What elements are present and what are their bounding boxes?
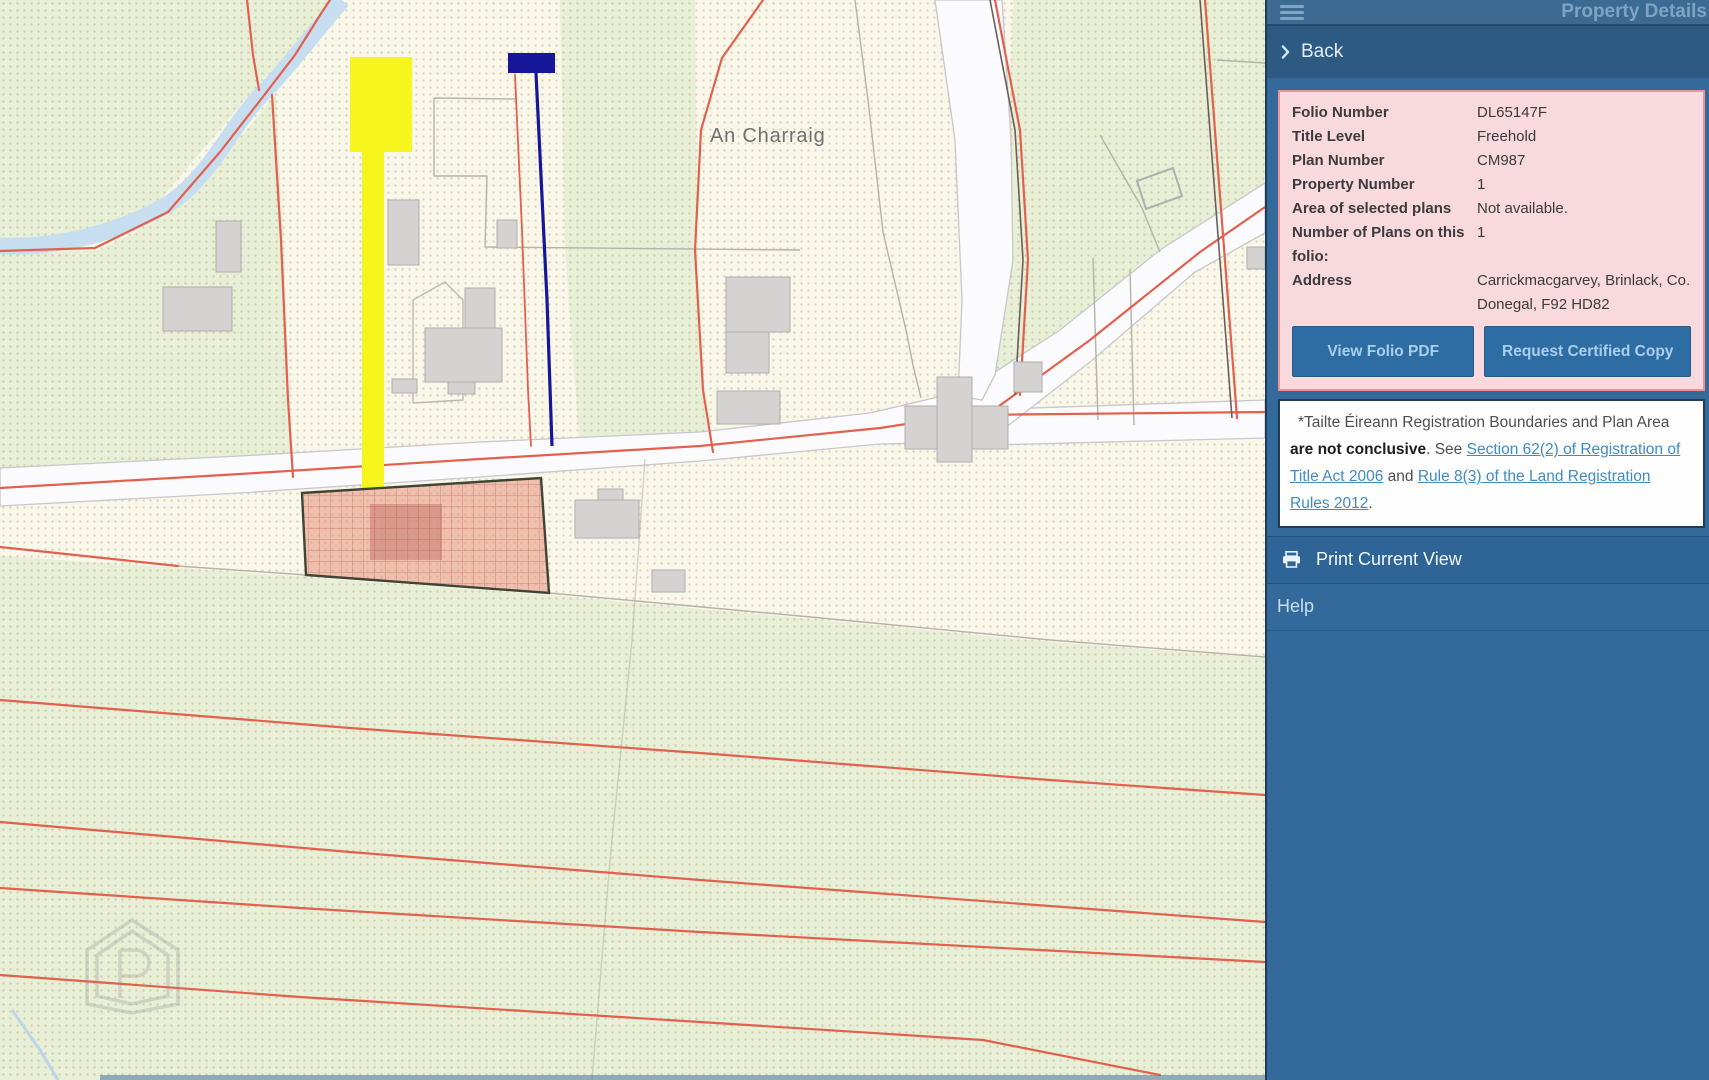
- disclaimer-text: .: [1368, 495, 1372, 512]
- property-details-sidebar: Property Details Back Folio Number DL651…: [1265, 0, 1709, 1080]
- row-value: 1: [1477, 173, 1691, 197]
- row-value: Not available.: [1477, 197, 1691, 221]
- app-window: An Charraig Property Details Back Folio …: [0, 0, 1709, 1080]
- chevron-right-icon: [1281, 45, 1290, 59]
- row-label: Address: [1292, 269, 1465, 317]
- selected-parcel[interactable]: [302, 478, 549, 593]
- row-value: CM987: [1477, 149, 1691, 173]
- stream: [0, 0, 342, 1080]
- row-value: 1: [1477, 221, 1691, 269]
- disclaimer-text: . See: [1426, 441, 1467, 458]
- row-label: Property Number: [1292, 173, 1465, 197]
- property-row: Plan Number CM987: [1292, 149, 1691, 173]
- disclaimer-bold: are not conclusive: [1290, 441, 1426, 458]
- back-label: Back: [1301, 41, 1343, 63]
- map-viewport[interactable]: An Charraig: [0, 0, 1265, 1080]
- property-row: Area of selected plans Not available.: [1292, 197, 1691, 221]
- property-row: Property Number 1: [1292, 173, 1691, 197]
- row-value: DL65147F: [1477, 101, 1691, 125]
- row-label: Area of selected plans: [1292, 197, 1465, 221]
- boundaries-disclaimer: *Tailte Éireann Registration Boundaries …: [1278, 399, 1705, 528]
- sidebar-title: Property Details: [1561, 1, 1707, 23]
- help-button[interactable]: Help: [1267, 584, 1709, 631]
- property-row: Number of Plans on this folio: 1: [1292, 221, 1691, 269]
- row-label: Plan Number: [1292, 149, 1465, 173]
- row-label: Number of Plans on this folio:: [1292, 221, 1465, 269]
- bottom-edge-bar: [100, 1075, 1265, 1080]
- property-info-panel: Folio Number DL65147F Title Level Freeho…: [1278, 90, 1705, 391]
- property-row: Folio Number DL65147F: [1292, 101, 1691, 125]
- menu-icon[interactable]: [1280, 5, 1304, 20]
- navy-flag-marker[interactable]: [508, 53, 555, 446]
- place-label: An Charraig: [710, 125, 826, 147]
- roads: [0, 0, 1265, 506]
- row-label: Title Level: [1292, 125, 1465, 149]
- row-value: Carrickmacgarvey, Brinlack, Co. Donegal,…: [1477, 269, 1691, 317]
- panel-actions: View Folio PDF Request Certified Copy: [1292, 326, 1691, 377]
- map-features-layer: An Charraig: [0, 0, 1265, 1080]
- property-row: Title Level Freehold: [1292, 125, 1691, 149]
- row-value: Freehold: [1477, 125, 1691, 149]
- print-current-view-button[interactable]: Print Current View: [1267, 536, 1709, 584]
- sidebar-header: Property Details: [1267, 0, 1709, 24]
- help-label: Help: [1277, 596, 1314, 617]
- disclaimer-text: and: [1383, 468, 1417, 485]
- view-folio-pdf-button[interactable]: View Folio PDF: [1292, 326, 1474, 377]
- row-label: Folio Number: [1292, 101, 1465, 125]
- print-label: Print Current View: [1316, 549, 1462, 570]
- watermark-logo: [87, 920, 178, 1013]
- property-row: Address Carrickmacgarvey, Brinlack, Co. …: [1292, 269, 1691, 317]
- request-certified-copy-button[interactable]: Request Certified Copy: [1484, 326, 1691, 377]
- yellow-highlight-plan[interactable]: [350, 57, 412, 488]
- printer-icon: [1282, 551, 1301, 568]
- back-button[interactable]: Back: [1267, 24, 1709, 78]
- disclaimer-text: *Tailte Éireann Registration Boundaries …: [1298, 414, 1669, 431]
